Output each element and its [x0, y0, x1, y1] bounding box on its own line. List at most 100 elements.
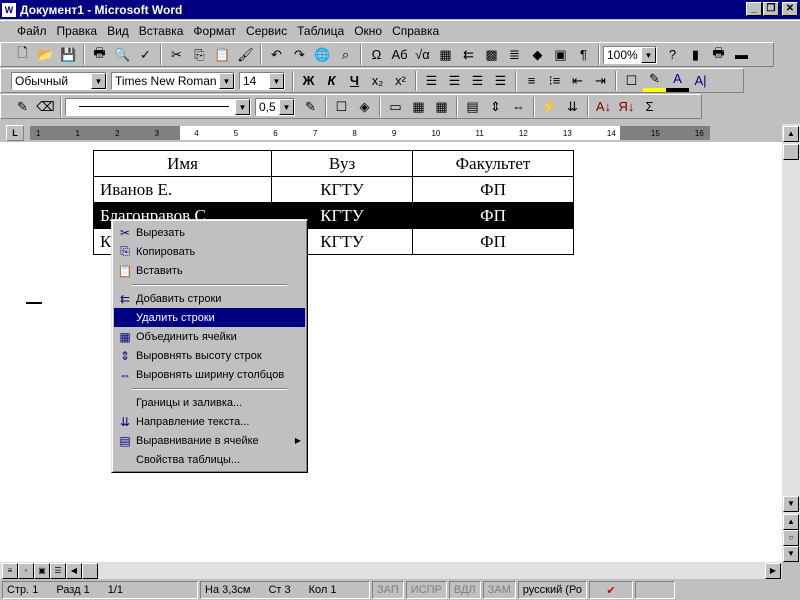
redo-icon[interactable]: ↷ — [288, 44, 311, 66]
context-menu-item[interactable]: ⇕ Выровнять высоту строк — [114, 346, 305, 365]
page-layout-view-icon[interactable]: ▣ — [34, 563, 50, 579]
table-row[interactable]: Иванов Е. КГТУ ФП — [93, 176, 574, 203]
open-icon[interactable]: 📂 — [34, 44, 57, 66]
highlight-icon[interactable]: ✎ — [643, 70, 666, 92]
context-menu-item[interactable]: ▤ Выравнивание в ячейке ▶ — [114, 431, 305, 450]
justify-icon[interactable]: ☰ — [489, 70, 512, 92]
previous-page-icon[interactable]: ▲ — [783, 514, 799, 530]
numbering-icon[interactable]: ≡ — [520, 70, 543, 92]
table-cell[interactable]: Имя — [93, 150, 272, 177]
spelling-icon[interactable]: ✓ — [134, 44, 157, 66]
scroll-right-icon[interactable]: ▶ — [765, 563, 781, 579]
chevron-down-icon[interactable]: ▼ — [91, 72, 106, 89]
scroll-thumb[interactable] — [82, 563, 98, 579]
superscript-icon[interactable]: x² — [389, 70, 412, 92]
menu-0[interactable]: Файл — [12, 24, 52, 38]
paste-icon[interactable]: 📋 — [211, 44, 234, 66]
undo-icon[interactable]: ↶ — [265, 44, 288, 66]
pilcrow-icon[interactable]: ¶ — [572, 44, 595, 66]
table-cell[interactable]: ФП — [412, 228, 574, 255]
select-browse-object-icon[interactable]: ○ — [783, 530, 799, 546]
scroll-left-icon[interactable]: ◀ — [66, 563, 82, 579]
hyperlink-icon[interactable]: 🌐 — [311, 44, 334, 66]
map-icon[interactable]: ▣ — [549, 44, 572, 66]
excel-icon[interactable]: ▩ — [480, 44, 503, 66]
pencil-icon[interactable]: ✎ — [11, 96, 34, 118]
chevron-down-icon[interactable]: ▼ — [269, 72, 284, 89]
table-cell[interactable]: Факультет — [412, 150, 574, 177]
menu-1[interactable]: Правка — [52, 24, 103, 38]
columns-icon[interactable]: ≣ — [503, 44, 526, 66]
text-direction-icon[interactable]: ⇊ — [561, 96, 584, 118]
scroll-down-icon[interactable]: ▼ — [783, 496, 799, 512]
new-icon[interactable]: 🗋 — [11, 44, 34, 66]
ruler[interactable]: L 1 1 2 3 4 5 6 7 8 9 10 11 12 13 14 15 16 — [0, 124, 782, 142]
text-direction-icon[interactable]: A| — [689, 70, 712, 92]
font-size-select[interactable]: 14 ▼ — [239, 71, 285, 90]
status-trk[interactable]: ИСПР — [405, 581, 447, 599]
table-cell[interactable]: КГТУ — [271, 176, 413, 203]
context-menu-item[interactable]: ⇊ Направление текста... — [114, 412, 305, 431]
tab-stop-icon[interactable]: L — [6, 125, 24, 141]
scroll-thumb[interactable] — [783, 144, 799, 160]
context-menu-item[interactable]: Удалить строки — [114, 308, 305, 327]
minimize-button[interactable]: _ — [746, 2, 762, 16]
chevron-down-icon[interactable]: ▼ — [235, 98, 250, 115]
context-menu-item[interactable]: ▦ Объединить ячейки — [114, 327, 305, 346]
align-right-icon[interactable]: ☰ — [466, 70, 489, 92]
style-select[interactable]: Обычный ▼ — [11, 71, 107, 90]
horizontal-scrollbar[interactable]: ≡ ▫ ▣ ☰ ◀ ▶ — [0, 562, 782, 579]
context-menu-item[interactable]: ⇇ Добавить строки — [114, 289, 305, 308]
menu-3[interactable]: Вставка — [134, 24, 189, 38]
close-button[interactable]: ✕ — [782, 2, 798, 16]
distribute-columns-icon[interactable]: ⇔ — [507, 96, 530, 118]
align-center-icon[interactable]: ☰ — [443, 70, 466, 92]
insert-rows-icon[interactable]: ⇇ — [457, 44, 480, 66]
chart-icon[interactable]: ▮ — [684, 44, 707, 66]
font-select[interactable]: Times New Roman ▼ — [111, 71, 235, 90]
increase-indent-icon[interactable]: ⇥ — [589, 70, 612, 92]
line-weight-select[interactable]: 0,5 ▼ — [255, 97, 295, 116]
save-icon[interactable]: 💾 — [57, 44, 80, 66]
cut-icon[interactable]: ✂ — [165, 44, 188, 66]
line-style-select[interactable]: ▼ — [65, 97, 251, 116]
outside-border-icon[interactable]: ☐ — [330, 96, 353, 118]
table-cell[interactable]: Вуз — [271, 150, 413, 177]
symbol-icon[interactable]: Ω — [365, 44, 388, 66]
border-style-icon[interactable]: ▭ — [384, 96, 407, 118]
context-menu-item[interactable]: ⎘ Копировать — [114, 242, 305, 261]
status-language[interactable]: русский (Ро — [517, 581, 587, 599]
equation-icon[interactable]: √α — [411, 44, 434, 66]
context-menu-item[interactable]: 📋 Вставить — [114, 261, 305, 280]
table-cell[interactable]: ФП — [412, 202, 574, 229]
autoformat-icon[interactable]: ⚡ — [538, 96, 561, 118]
context-menu-item[interactable]: Свойства таблицы... — [114, 450, 305, 469]
copy-icon[interactable]: ⎘ — [188, 44, 211, 66]
context-menu-item[interactable]: Границы и заливка... — [114, 393, 305, 412]
chevron-down-icon[interactable]: ▼ — [219, 72, 234, 89]
italic-button[interactable]: К — [320, 70, 343, 92]
menu-2[interactable]: Вид — [102, 24, 134, 38]
cell-align-icon[interactable]: ▤ — [461, 96, 484, 118]
menu-7[interactable]: Окно — [349, 24, 387, 38]
table-cell[interactable]: ФП — [412, 176, 574, 203]
draw-table-icon[interactable]: ▦ — [434, 44, 457, 66]
context-menu-item[interactable]: ✂ Вырезать — [114, 223, 305, 242]
zoom-select[interactable]: 100% ▼ — [603, 45, 657, 64]
bold-button[interactable]: Ж — [297, 70, 320, 92]
decrease-indent-icon[interactable]: ⇤ — [566, 70, 589, 92]
word-app-icon[interactable]: W — [2, 2, 16, 17]
outline-view-icon[interactable]: ☰ — [50, 563, 66, 579]
table-header-row[interactable]: Имя Вуз Факультет — [93, 150, 574, 177]
status-ovr[interactable]: ЗАМ — [482, 581, 516, 599]
eraser-icon[interactable]: ⌫ — [34, 96, 57, 118]
context-menu-item[interactable]: ⇔ Выровнять ширину столбцов — [114, 365, 305, 384]
underline-button[interactable]: Ч — [343, 70, 366, 92]
font-color-icon[interactable]: A — [666, 70, 689, 92]
restore-button[interactable]: ❐ — [763, 2, 779, 16]
table-cell[interactable]: Иванов Е. — [93, 176, 272, 203]
menu-6[interactable]: Таблица — [292, 24, 349, 38]
status-rec[interactable]: ЗАП — [372, 581, 404, 599]
split-cells-icon[interactable]: ▦ — [430, 96, 453, 118]
shading-icon[interactable]: ◈ — [353, 96, 376, 118]
